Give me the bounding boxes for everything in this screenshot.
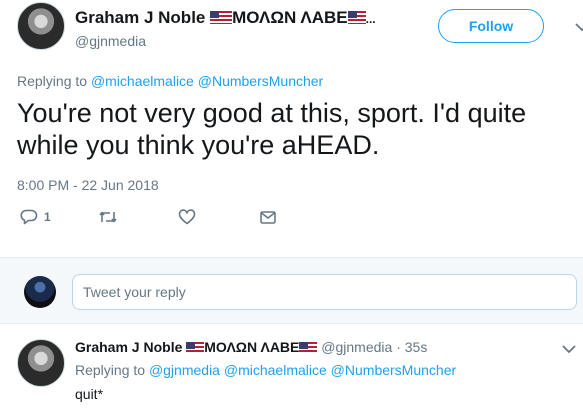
reply-time[interactable]: · 35s (396, 339, 427, 355)
handle[interactable]: @gjnmedia (75, 32, 425, 50)
display-name[interactable]: Graham J Noble (75, 339, 182, 355)
tweet-text: You're not very good at this, sport. I'd… (17, 98, 527, 160)
mention-link[interactable]: @gjnmedia (149, 362, 220, 378)
author-block: Graham J Noble ΜΟΛΩΝ ΛΑΒΕ... @gjnmedia (75, 7, 425, 50)
display-name-suffix: ΜΟΛΩΝ ΛΑΒΕ (204, 339, 300, 355)
reply-composer: Tweet your reply (0, 257, 583, 324)
like-button[interactable] (178, 207, 196, 227)
tweet-detail: Graham J Noble ΜΟΛΩΝ ΛΑΒΕ... @gjnmedia F… (0, 0, 583, 411)
reply-tweet[interactable]: Graham J Noble ΜΟΛΩΝ ΛΑΒΕ @gjnmedia · 35… (0, 325, 583, 411)
replying-to: Replying to @michaelmalice @NumbersMunch… (17, 73, 323, 89)
us-flag-icon (186, 342, 205, 353)
follow-button[interactable]: Follow (438, 9, 544, 43)
us-flag-icon (299, 342, 318, 353)
mention-link[interactable]: @NumbersMuncher (198, 73, 323, 89)
message-button[interactable] (259, 207, 277, 227)
mention-link[interactable]: @NumbersMuncher (331, 362, 456, 378)
message-icon (260, 211, 276, 224)
display-name[interactable]: Graham J Noble ΜΟΛΩΝ ΛΑΒΕ... (75, 7, 425, 30)
mention-link[interactable]: @michaelmalice (224, 362, 327, 378)
tweet-header: Graham J Noble ΜΟΛΩΝ ΛΑΒΕ... @gjnmedia F… (17, 0, 583, 60)
name-ellipsis: ... (365, 12, 376, 26)
reply-count: 1 (44, 210, 51, 224)
avatar (24, 276, 56, 308)
display-name-text[interactable]: Graham J Noble (75, 8, 205, 27)
replying-prefix: Replying to (75, 362, 146, 378)
avatar[interactable] (17, 2, 65, 50)
timestamp[interactable]: 8:00 PM - 22 Jun 2018 (17, 177, 159, 193)
mention-link[interactable]: @michaelmalice (91, 73, 194, 89)
reply-icon (20, 209, 38, 225)
us-flag-icon (210, 11, 233, 24)
chevron-down-icon[interactable] (562, 344, 576, 354)
avatar[interactable] (17, 339, 65, 387)
retweet-icon (99, 211, 117, 223)
tweet-actions: 1 (20, 207, 320, 227)
reply-button[interactable]: 1 (20, 207, 51, 227)
replying-prefix: Replying to (17, 73, 88, 89)
reply-text: quit* (75, 386, 104, 402)
display-name-suffix: ΜΟΛΩΝ ΛΑΒΕ (232, 8, 348, 27)
like-icon (178, 209, 196, 225)
retweet-button[interactable] (98, 207, 118, 227)
chevron-down-icon[interactable] (575, 22, 583, 32)
reply-header: Graham J Noble ΜΟΛΩΝ ΛΑΒΕ @gjnmedia · 35… (75, 338, 427, 356)
handle[interactable]: @gjnmedia (321, 339, 392, 355)
us-flag-icon (347, 11, 366, 24)
reply-input[interactable]: Tweet your reply (72, 274, 577, 310)
replying-to: Replying to @gjnmedia @michaelmalice @Nu… (75, 362, 456, 378)
